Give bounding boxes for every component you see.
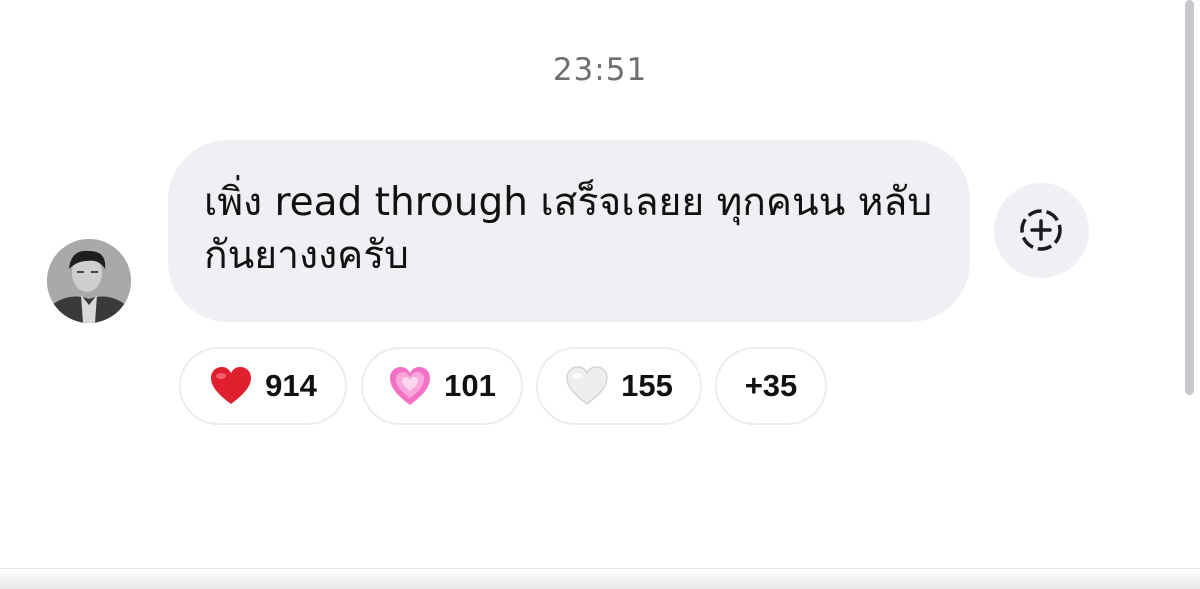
reaction-pink-heart[interactable]: 101 (361, 347, 523, 425)
reaction-count: 155 (621, 368, 673, 403)
chat-screen: 23:51 เพิ่ง read through เสร็จเลยย ทุกคน… (0, 0, 1200, 589)
add-reaction-button[interactable] (994, 183, 1089, 278)
message-bubble[interactable]: เพิ่ง read through เสร็จเลยย ทุกคนน หลับ… (168, 140, 970, 322)
reaction-count: 101 (444, 368, 496, 403)
pink-heart-icon (390, 367, 431, 405)
more-reactions-button[interactable]: +35 (715, 347, 827, 425)
reaction-red-heart[interactable]: 914 (179, 347, 347, 425)
more-reactions-count: +35 (744, 368, 798, 403)
white-heart-icon (566, 366, 608, 405)
reaction-count: 914 (265, 368, 317, 403)
scrollbar[interactable] (1185, 0, 1194, 395)
bottom-edge (0, 568, 1200, 589)
person-photo-icon (47, 239, 131, 323)
avatar[interactable] (47, 239, 131, 323)
message-timestamp: 23:51 (552, 52, 648, 88)
red-heart-icon (211, 367, 252, 404)
add-reaction-icon (1020, 209, 1062, 251)
reaction-white-heart[interactable]: 155 (536, 347, 702, 425)
